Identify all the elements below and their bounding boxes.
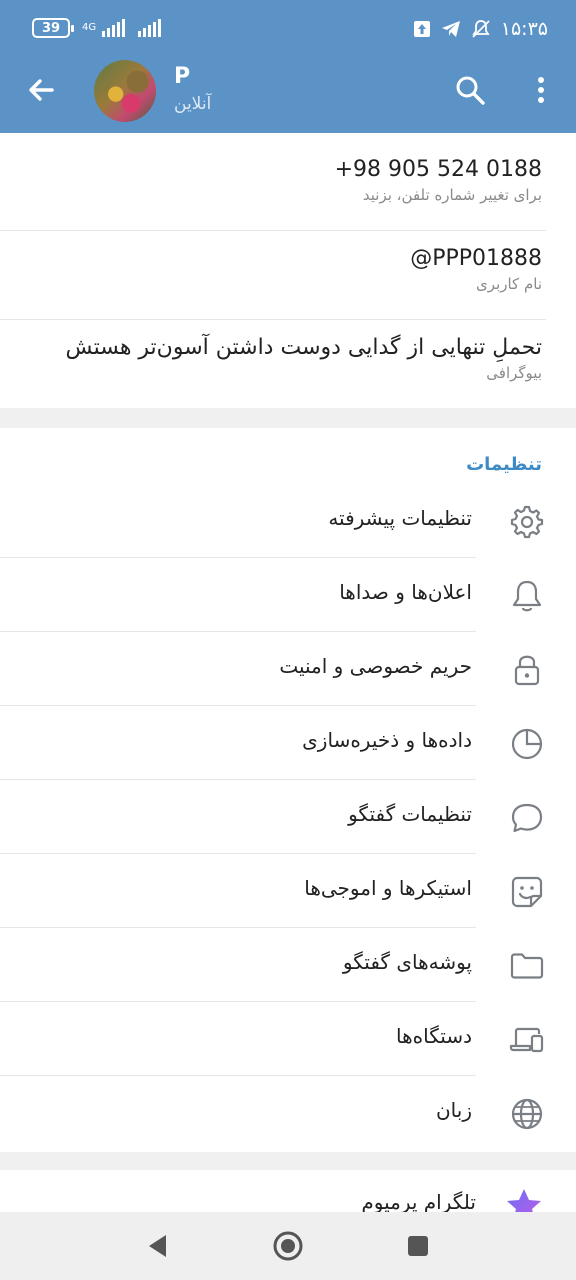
settings-item-language[interactable]: زبان <box>0 1076 576 1150</box>
back-arrow-icon[interactable] <box>22 70 62 110</box>
divider <box>0 230 546 231</box>
phone-number: +98 905 524 0188 <box>334 157 542 182</box>
telegram-icon <box>441 21 460 37</box>
account-info-card: +98 905 524 0188 برای تغییر شماره تلفن، … <box>0 133 576 408</box>
sticker-icon <box>511 876 543 908</box>
devices-icon <box>509 1027 544 1053</box>
header: 39 4G ۱۵:۳۵ P آنلاین <box>0 0 576 133</box>
settings-item-notifications[interactable]: اعلان‌ها و صداها <box>0 558 576 632</box>
gear-icon <box>510 505 544 539</box>
status-left: 39 4G <box>32 18 164 38</box>
lock-icon <box>514 655 540 686</box>
username-row[interactable]: @PPP01888 نام کاربری <box>410 246 542 293</box>
settings-item-privacy[interactable]: حریم خصوصی و امنیت <box>0 632 576 706</box>
settings-item-chat[interactable]: تنظیمات گفتگو <box>0 780 576 854</box>
settings-card: تنظیمات تنظیمات پیشرفته اعلان‌ها و صداها… <box>0 428 576 1152</box>
bio-row[interactable]: تحملِ تنهایی از گدایی دوست داشتن آسون‌تر… <box>66 335 542 382</box>
presence-status: آنلاین <box>174 94 212 114</box>
pie-chart-icon <box>511 728 543 760</box>
username-label: نام کاربری <box>476 275 542 293</box>
nav-back-icon[interactable] <box>142 1230 174 1262</box>
nav-home-icon[interactable] <box>272 1230 304 1262</box>
chat-bubble-icon <box>511 803 543 833</box>
settings-item-label: حریم خصوصی و امنیت <box>279 654 472 678</box>
settings-item-devices[interactable]: دستگاه‌ها <box>0 1002 576 1076</box>
nav-recents-icon[interactable] <box>402 1230 434 1262</box>
battery-indicator: 39 <box>32 18 74 38</box>
system-nav-bar <box>0 1212 576 1280</box>
settings-item-advanced[interactable]: تنظیمات پیشرفته <box>0 484 576 558</box>
settings-item-label: داده‌ها و ذخیره‌سازی <box>302 728 472 752</box>
profile-name: P <box>174 64 191 89</box>
divider <box>0 319 546 320</box>
clock: ۱۵:۳۵ <box>500 18 548 40</box>
phone-row[interactable]: +98 905 524 0188 برای تغییر شماره تلفن، … <box>335 157 542 204</box>
mute-bell-icon <box>472 20 490 38</box>
bio-label: بیوگرافی <box>486 364 542 382</box>
folder-icon <box>510 953 544 979</box>
battery-level: 39 <box>41 20 61 36</box>
globe-icon <box>511 1098 543 1130</box>
signal-icon-2 <box>138 19 162 37</box>
settings-item-label: استیکرها و اموجی‌ها <box>304 876 472 900</box>
status-right: ۱۵:۳۵ <box>413 18 548 40</box>
network-type: 4G <box>82 22 97 33</box>
settings-item-label: تنظیمات پیشرفته <box>328 506 472 530</box>
settings-section-title: تنظیمات <box>466 454 542 475</box>
settings-item-label: پوشه‌های گفتگو <box>342 950 472 974</box>
bio-value: تحملِ تنهایی از گدایی دوست داشتن آسون‌تر… <box>65 335 542 360</box>
status-bar: 39 4G ۱۵:۳۵ <box>0 0 576 56</box>
avatar[interactable] <box>94 60 156 122</box>
settings-item-label: تنظیمات گفتگو <box>348 802 472 826</box>
settings-item-stickers[interactable]: استیکرها و اموجی‌ها <box>0 854 576 928</box>
settings-item-label: اعلان‌ها و صداها <box>339 580 472 604</box>
phone-hint: برای تغییر شماره تلفن، بزنید <box>362 186 542 204</box>
app-bar: P آنلاین <box>0 56 576 133</box>
upload-icon <box>413 21 430 37</box>
username-value: @PPP01888 <box>410 246 542 271</box>
more-vert-icon[interactable] <box>528 74 554 106</box>
settings-item-data-storage[interactable]: داده‌ها و ذخیره‌سازی <box>0 706 576 780</box>
bell-icon <box>512 580 542 612</box>
settings-item-label: دستگاه‌ها <box>396 1024 472 1048</box>
settings-item-folders[interactable]: پوشه‌های گفتگو <box>0 928 576 1002</box>
premium-label: تلگرام پرمیوم <box>361 1190 476 1214</box>
settings-item-label: زبان <box>435 1098 472 1122</box>
search-icon[interactable] <box>454 74 486 106</box>
signal-icon <box>102 19 126 37</box>
